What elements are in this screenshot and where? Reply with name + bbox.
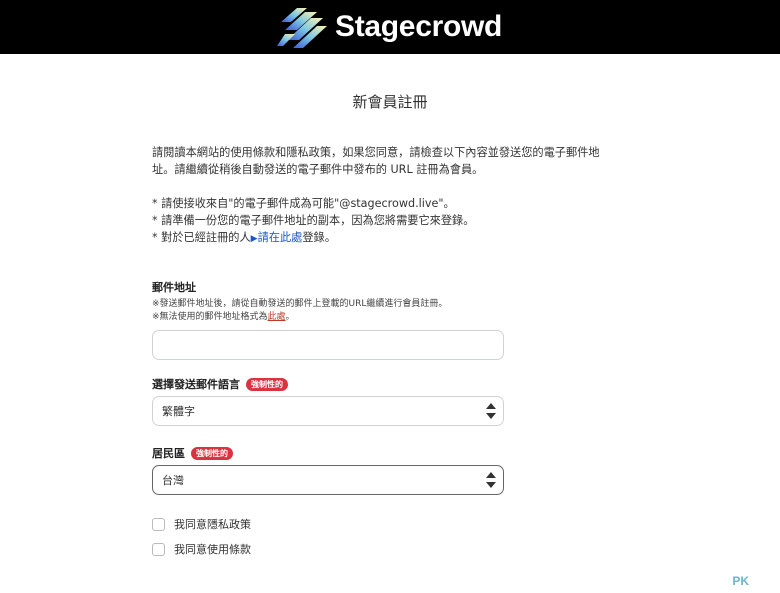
region-label-text: 居民區 (152, 447, 185, 460)
watermark: PK (732, 574, 749, 588)
required-badge: 強制性的 (246, 377, 288, 391)
required-badge: 強制性的 (191, 446, 233, 460)
intro-line-2: 址。請繼續從稍後自動發送的電子郵件中發布的 URL 註冊為會員。 (152, 163, 484, 176)
terms-checkbox[interactable] (152, 542, 165, 556)
brand-name: Stagecrowd (335, 10, 503, 43)
bullet-3-suffix: 登錄。 (302, 231, 336, 244)
region-selected-value: 台灣 (162, 474, 184, 487)
email-input[interactable] (152, 330, 504, 360)
page-title: 新會員註冊 (352, 93, 428, 111)
email-notes: ※發送郵件地址後，請從自動發送的郵件上登載的URL繼續進行會員註冊。 ※無法使用… (152, 298, 447, 324)
email-note-1: ※發送郵件地址後，請從自動發送的郵件上登載的URL繼續進行會員註冊。 (152, 299, 448, 309)
brand-logo[interactable]: Stagecrowd (275, 0, 502, 54)
terms-agree-row[interactable]: 我同意使用條款 (152, 541, 251, 557)
select-arrows-icon (486, 472, 496, 488)
region-label: 居民區 強制性的 (152, 445, 233, 461)
language-selected-value: 繁體字 (162, 405, 195, 418)
language-select[interactable]: 繁體字 (152, 396, 504, 426)
language-label-text: 選擇發送郵件語言 (152, 378, 240, 391)
privacy-checkbox[interactable] (152, 517, 165, 531)
caret-right-icon: ▶ (250, 234, 258, 244)
privacy-agree-row[interactable]: 我同意隱私政策 (152, 516, 251, 532)
intro-text: 請閱讀本網站的使用條款和隱私政策，如果您同意，請檢查以下內容並發送您的電子郵件地… (152, 144, 642, 248)
language-label: 選擇發送郵件語言 強制性的 (152, 376, 288, 392)
intro-bullet-1: * 請使接收來自"的電子郵件成為可能"@stagecrowd.live"。 (152, 197, 455, 210)
email-label: 郵件地址 (152, 279, 196, 295)
email-note-2-prefix: ※無法使用的郵件地址格式為 (152, 312, 268, 322)
login-link[interactable]: 請在此處 (258, 231, 303, 244)
stagecrowd-logo-icon (277, 8, 327, 48)
bullet-3-prefix: * 對於已經註冊的人 (152, 231, 251, 244)
email-label-text: 郵件地址 (152, 281, 196, 294)
region-select[interactable]: 台灣 (152, 465, 504, 495)
intro-bullet-2: * 請準備一份您的電子郵件地址的副本，因為您將需要它來登錄。 (152, 214, 475, 227)
privacy-agree-label: 我同意隱私政策 (174, 518, 251, 531)
top-header: Stagecrowd (0, 0, 780, 54)
intro-bullet-3: * 對於已經註冊的人▶請在此處登錄。 (152, 229, 642, 248)
email-note-2-suffix: 。 (285, 312, 295, 322)
invalid-format-link[interactable]: 此處 (268, 312, 286, 322)
intro-line-1: 請閱讀本網站的使用條款和隱私政策，如果您同意，請檢查以下內容並發送您的電子郵件地 (152, 146, 600, 159)
email-note-2: ※無法使用的郵件地址格式為此處。 (152, 311, 447, 324)
terms-agree-label: 我同意使用條款 (174, 543, 251, 556)
select-arrows-icon (486, 403, 496, 419)
